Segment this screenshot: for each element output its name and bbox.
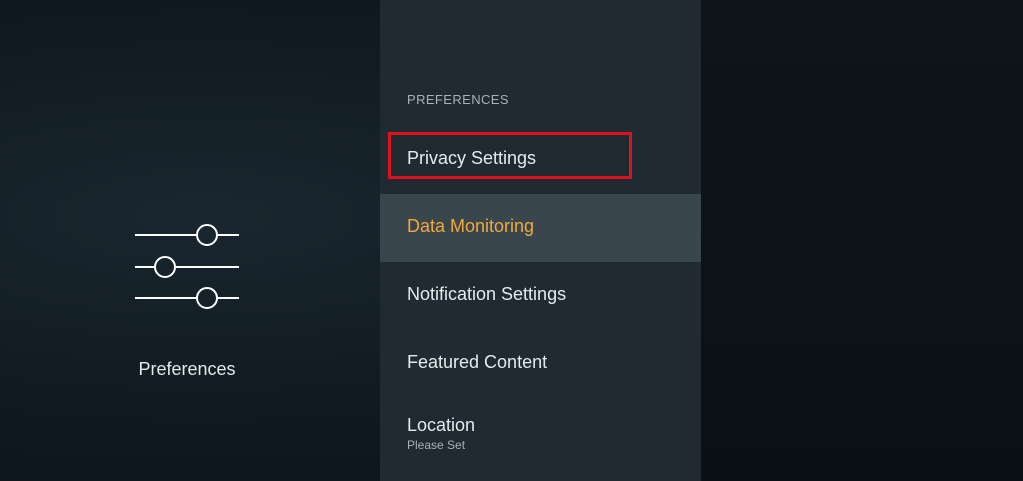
category-title: Preferences bbox=[138, 359, 236, 379]
menu-item-featured-content[interactable]: Featured Content bbox=[380, 330, 701, 398]
menu-item-location[interactable]: Location Please Set bbox=[380, 393, 701, 461]
menu-item-privacy-settings[interactable]: Privacy Settings bbox=[380, 126, 701, 194]
menu-item-label: Notification Settings bbox=[407, 284, 567, 304]
menu-item-data-monitoring[interactable]: Data Monitoring bbox=[380, 194, 701, 262]
preferences-menu: PREFERENCES Privacy Settings Data Monito… bbox=[380, 0, 701, 481]
fire-tv-settings-screen: Preferences PREFERENCES Privacy Settings… bbox=[0, 0, 1023, 481]
section-header: PREFERENCES bbox=[407, 92, 509, 107]
detail-pane bbox=[701, 0, 1023, 481]
menu-item-sublabel: Please Set bbox=[407, 438, 466, 452]
menu-item-label: Data Monitoring bbox=[407, 216, 535, 236]
menu-item-notification-settings[interactable]: Notification Settings bbox=[380, 262, 701, 330]
menu-item-label: Location bbox=[407, 415, 476, 435]
sliders-icon bbox=[135, 224, 239, 309]
menu-item-label: Privacy Settings bbox=[407, 148, 537, 168]
menu-item-label: Featured Content bbox=[407, 352, 548, 372]
category-pane: Preferences bbox=[0, 0, 380, 481]
